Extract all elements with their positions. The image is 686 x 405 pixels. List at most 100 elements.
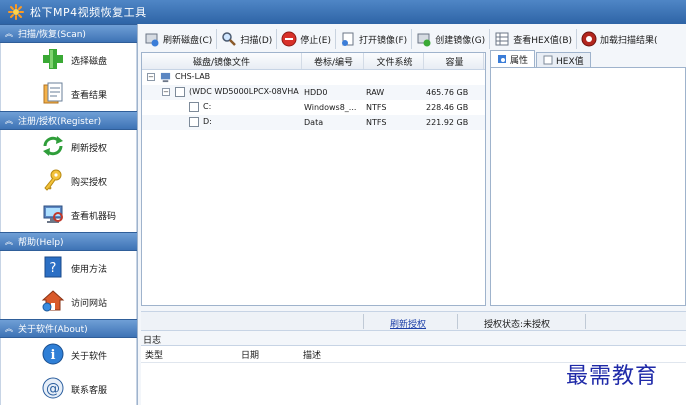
column-header-label[interactable]: 卷标/编号 <box>302 53 364 69</box>
column-header-name[interactable]: 磁盘/镜像文件 <box>142 53 302 69</box>
sidebar-item-buy-license[interactable]: 购买授权 <box>1 164 136 198</box>
section-title: 扫描/恢复(Scan) <box>18 30 86 40</box>
table-row[interactable]: C: Windows8_... NTFS 228.46 GB <box>142 100 485 115</box>
properties-icon <box>498 55 506 63</box>
status-separator <box>457 314 458 329</box>
scan-label: 扫描(D) <box>240 35 273 46</box>
app-logo-icon <box>8 4 24 20</box>
sidebar-item-refresh-license[interactable]: 刷新授权 <box>1 130 136 164</box>
table-row[interactable]: D: Data NTFS 221.92 GB <box>142 115 485 130</box>
sidebar-item-label: 访问网站 <box>71 298 108 309</box>
sidebar-item-label: 刷新授权 <box>71 143 108 154</box>
property-tabs: 属性 HEX值 <box>490 50 686 67</box>
load-scan-results-button[interactable]: 加载扫描结果( <box>577 29 662 49</box>
window-title: 松下MP4视频恢复工具 <box>30 6 147 19</box>
section-title: 帮助(Help) <box>18 238 64 248</box>
status-separator <box>585 314 586 329</box>
sidebar-item-label: 购买授权 <box>71 177 108 188</box>
column-header-size[interactable]: 容量 <box>424 53 484 69</box>
section-title: 关于软件(About) <box>18 325 88 335</box>
sidebar-item-how-to-use[interactable]: ? 使用方法 <box>1 251 136 285</box>
row-size: 221.92 GB <box>426 118 469 127</box>
row-checkbox[interactable] <box>175 87 185 97</box>
sidebar-item-about[interactable]: i 关于软件 <box>1 338 136 372</box>
row-checkbox[interactable] <box>189 102 199 112</box>
row-name: D: <box>203 117 212 126</box>
disk-tree-table: 磁盘/镜像文件 卷标/编号 文件系统 容量 − CHS-LAB − (WDC W… <box>141 52 486 306</box>
sidebar-item-machine-code[interactable]: 查看机器码 <box>1 198 136 232</box>
sidebar-item-select-disk[interactable]: 选择磁盘 <box>1 43 136 77</box>
collapse-chevron-icon: ︽ <box>5 324 13 333</box>
row-fs: NTFS <box>366 103 387 112</box>
log-column-date[interactable]: 日期 <box>237 348 299 361</box>
help-icon: ? <box>44 256 62 278</box>
tab-hex[interactable]: HEX值 <box>536 52 591 67</box>
row-fs: RAW <box>366 88 385 97</box>
hex-page-icon <box>543 55 553 65</box>
contact-icon: @ <box>42 377 64 399</box>
status-bar: 刷新授权 授权状态:未授权 <box>141 311 686 331</box>
view-hex-button[interactable]: 查看HEX值(B) <box>490 29 578 49</box>
svg-text:?: ? <box>50 261 57 276</box>
sidebar-item-view-results[interactable]: 查看结果 <box>1 77 136 111</box>
plus-icon <box>43 49 63 69</box>
row-name: CHS-LAB <box>175 72 211 81</box>
row-checkbox[interactable] <box>189 117 199 127</box>
collapse-chevron-icon: ︽ <box>5 29 13 38</box>
create-image-label: 创建镜像(G) <box>435 35 486 46</box>
svg-text:@: @ <box>46 381 60 397</box>
log-column-desc[interactable]: 描述 <box>299 348 399 361</box>
sidebar-item-label: 查看结果 <box>71 90 108 101</box>
table-row[interactable]: − CHS-LAB <box>142 70 485 85</box>
row-label: HDD0 <box>304 88 328 97</box>
collapse-chevron-icon: ︽ <box>5 116 13 125</box>
svg-text:i: i <box>51 348 56 363</box>
tree-expander-icon[interactable]: − <box>162 88 170 96</box>
view-hex-label: 查看HEX值(B) <box>513 35 573 46</box>
license-status-text: 授权状态:未授权 <box>484 320 551 330</box>
tab-label: 属性 <box>510 55 529 66</box>
property-panel: 属性 HEX值 <box>490 50 686 306</box>
load-scan-label: 加载扫描结果( <box>600 35 658 46</box>
section-header-register[interactable]: ︽ 注册/授权(Register) <box>0 111 137 130</box>
refresh-disk-label: 刷新磁盘(C) <box>163 35 213 46</box>
section-body-help: ? 使用方法 访问网站 <box>0 251 137 319</box>
section-body-register: 刷新授权 购买授权 查看机器码 <box>0 130 137 232</box>
row-size: 465.76 GB <box>426 88 469 97</box>
row-label: Windows8_... <box>304 103 357 112</box>
home-icon <box>41 290 65 312</box>
section-body-about: i 关于软件 @ 联系客服 <box>0 338 137 405</box>
open-image-label: 打开镜像(F) <box>358 35 408 46</box>
info-icon: i <box>42 343 64 365</box>
sidebar-item-contact[interactable]: @ 联系客服 <box>1 372 136 405</box>
section-header-help[interactable]: ︽ 帮助(Help) <box>0 232 137 251</box>
stop-button[interactable]: 停止(E) <box>277 29 336 49</box>
section-header-about[interactable]: ︽ 关于软件(About) <box>0 319 137 338</box>
key-icon <box>44 169 62 191</box>
row-label: Data <box>304 118 324 127</box>
create-file-icon <box>417 33 431 47</box>
computer-icon <box>160 72 171 83</box>
table-row[interactable]: − (WDC WD5000LPCX-08VHA HDD0 RAW 465.76 … <box>142 85 485 100</box>
column-header-fs[interactable]: 文件系统 <box>364 53 424 69</box>
watermark-text: 最需教育 <box>566 364 659 389</box>
refresh-disk-button[interactable]: 刷新磁盘(C) <box>140 29 218 49</box>
log-column-type[interactable]: 类型 <box>141 348 237 361</box>
toolbar: 刷新磁盘(C) 扫描(D) 停止(E) 打开镜像(F) 创建镜像(G) 查看HE… <box>140 28 686 50</box>
sidebar-item-visit-website[interactable]: 访问网站 <box>1 285 136 319</box>
table-header: 磁盘/镜像文件 卷标/编号 文件系统 容量 <box>142 53 485 70</box>
tree-expander-icon[interactable]: − <box>147 73 155 81</box>
load-record-icon <box>581 31 597 47</box>
create-image-button[interactable]: 创建镜像(G) <box>412 29 491 49</box>
disk-refresh-icon <box>145 33 159 47</box>
section-header-scan[interactable]: ︽ 扫描/恢复(Scan) <box>0 24 137 43</box>
open-image-button[interactable]: 打开镜像(F) <box>336 29 413 49</box>
title-bar: 松下MP4视频恢复工具 <box>0 0 686 24</box>
refresh-license-link[interactable]: 刷新授权 <box>390 317 426 330</box>
collapse-chevron-icon: ︽ <box>5 237 13 246</box>
section-title: 注册/授权(Register) <box>18 117 102 127</box>
scan-button[interactable]: 扫描(D) <box>217 29 278 49</box>
tab-label: HEX值 <box>556 56 584 67</box>
tab-properties[interactable]: 属性 <box>490 50 536 67</box>
status-separator <box>363 314 364 329</box>
